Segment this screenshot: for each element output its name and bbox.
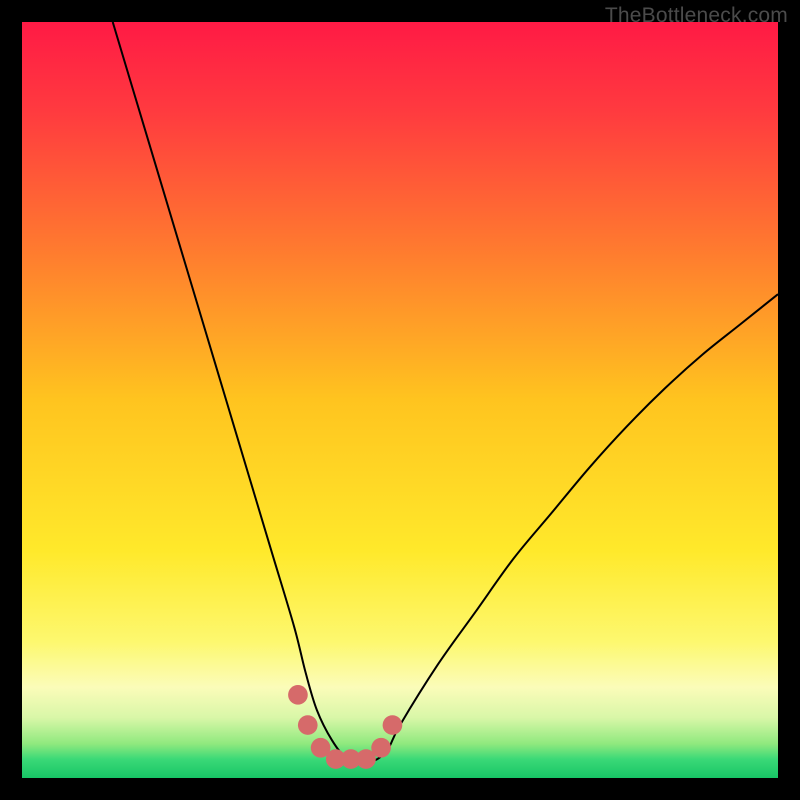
marker-dot bbox=[371, 738, 391, 758]
chart-stage: TheBottleneck.com bbox=[0, 0, 800, 800]
marker-dot bbox=[383, 715, 403, 735]
bottleneck-chart bbox=[22, 22, 778, 778]
marker-dot bbox=[298, 715, 318, 735]
marker-dot bbox=[288, 685, 308, 705]
gradient-background bbox=[22, 22, 778, 778]
